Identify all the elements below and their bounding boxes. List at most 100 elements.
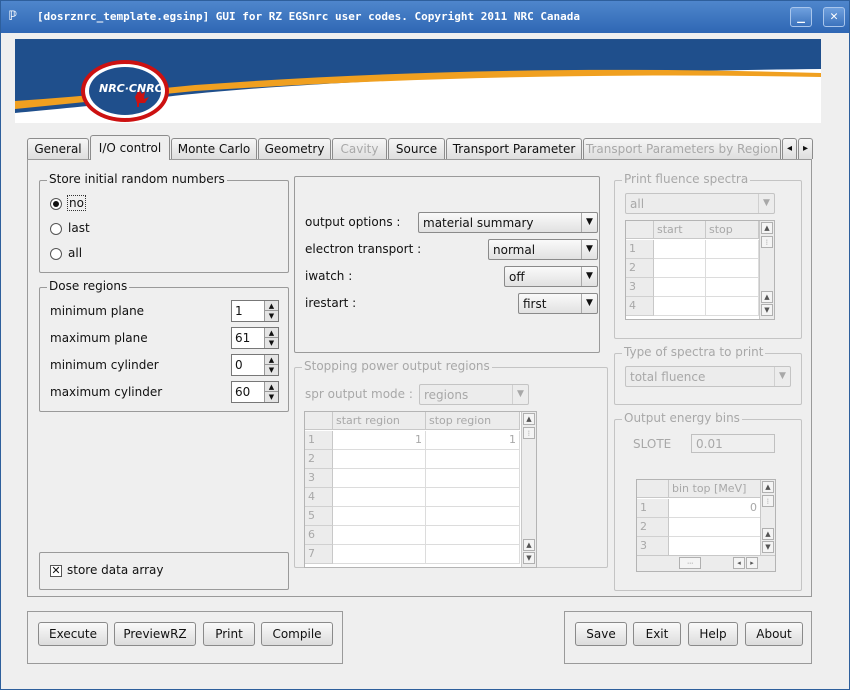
scroll-up-icon: ▲ — [523, 413, 535, 425]
execute-button[interactable]: Execute — [38, 622, 108, 646]
tab-io-control[interactable]: I/O control — [90, 135, 170, 160]
scroll-up-icon: ▲ — [523, 539, 535, 551]
minimum-cylinder-label: minimum cylinder — [50, 358, 159, 372]
table-cell[interactable] — [426, 507, 520, 526]
table-cell[interactable] — [333, 507, 426, 526]
tab-source[interactable]: Source — [388, 138, 445, 159]
help-button[interactable]: Help — [688, 622, 738, 646]
tab-cavity[interactable]: Cavity — [332, 138, 387, 159]
spr-group: Stopping power output regions spr output… — [294, 359, 608, 568]
table-cell[interactable] — [669, 518, 761, 537]
vertical-scrollbar[interactable]: ▲ ⋮ ▲ ▼ — [759, 221, 774, 319]
save-button[interactable]: Save — [575, 622, 627, 646]
table-cell[interactable]: 1 — [426, 431, 520, 450]
table-cell[interactable] — [654, 259, 706, 278]
maximum-plane-spinbox[interactable]: 61 ▲ ▼ — [231, 327, 279, 349]
radio-all[interactable] — [50, 248, 62, 260]
irestart-select[interactable]: first ▼ — [518, 293, 598, 314]
store-random-title: Store initial random numbers — [47, 172, 227, 186]
table-cell[interactable] — [333, 450, 426, 469]
tab-scroll-right[interactable]: ▸ — [798, 138, 813, 159]
iwatch-select[interactable]: off ▼ — [504, 266, 598, 287]
electron-transport-select[interactable]: normal ▼ — [488, 239, 598, 260]
spin-down-icon: ▼ — [264, 338, 278, 348]
main-window: ℙ [dosrznrc_template.egsinp] GUI for RZ … — [0, 0, 850, 690]
table-cell[interactable] — [706, 278, 759, 297]
table-cell[interactable] — [426, 488, 520, 507]
radio-last[interactable] — [50, 223, 62, 235]
table-cell[interactable] — [706, 297, 759, 316]
table-cell[interactable]: 1 — [333, 431, 426, 450]
close-button[interactable]: ✕ — [823, 7, 845, 27]
store-random-group: Store initial random numbers no last all — [39, 172, 289, 273]
slote-input[interactable]: 0.01 — [691, 434, 775, 453]
radio-no[interactable] — [50, 198, 62, 210]
scroll-up-icon: ▲ — [762, 481, 774, 493]
scroll-left-icon: ◂ — [733, 557, 745, 569]
maximum-cylinder-label: maximum cylinder — [50, 385, 163, 399]
spectra-type-select[interactable]: total fluence ▼ — [625, 366, 791, 387]
table-cell[interactable] — [333, 488, 426, 507]
table-cell[interactable] — [333, 526, 426, 545]
table-cell[interactable] — [426, 526, 520, 545]
scroll-grip-icon: ⋮ — [523, 427, 535, 439]
spin-down-icon: ▼ — [264, 365, 278, 375]
table-cell[interactable]: 0 — [669, 499, 761, 518]
horizontal-scrollbar[interactable]: ⋯ ◂ ▸ — [637, 555, 775, 571]
maximum-cylinder-spinbox[interactable]: 60 ▲ ▼ — [231, 381, 279, 403]
spr-title: Stopping power output regions — [302, 359, 492, 373]
scroll-grip-icon: ⋮ — [762, 495, 774, 507]
vertical-scrollbar[interactable]: ▲ ⋮ ▲ ▼ — [521, 412, 536, 567]
scroll-down-icon: ▼ — [761, 304, 773, 316]
store-data-array-checkbox[interactable]: ✕ — [50, 565, 62, 577]
energy-bins-table[interactable]: bin top [MeV] 1 2 3 0 ▲ ⋮ ▲ ▼ ⋯ ◂ ▸ — [636, 479, 776, 572]
electron-transport-label: electron transport : — [305, 242, 422, 256]
table-cell[interactable] — [706, 259, 759, 278]
table-cell[interactable] — [654, 278, 706, 297]
preview-rz-button[interactable]: PreviewRZ — [114, 622, 196, 646]
minimum-plane-spinbox[interactable]: 1 ▲ ▼ — [231, 300, 279, 322]
about-button[interactable]: About — [745, 622, 803, 646]
minimize-button[interactable]: _ — [790, 7, 812, 27]
output-options-select[interactable]: material summary ▼ — [418, 212, 598, 233]
spin-up-icon: ▲ — [264, 328, 278, 338]
chevron-down-icon: ▼ — [512, 385, 528, 404]
print-button[interactable]: Print — [203, 622, 255, 646]
table-cell[interactable] — [669, 537, 761, 556]
table-cell[interactable] — [654, 240, 706, 259]
tab-general[interactable]: General — [27, 138, 89, 159]
stop-region-header: stop region — [426, 412, 520, 430]
row-number: 1 — [626, 240, 654, 259]
table-cell[interactable] — [706, 240, 759, 259]
stop-header: stop — [706, 221, 759, 239]
row-number: 6 — [305, 526, 333, 545]
tab-monte-carlo[interactable]: Monte Carlo — [171, 138, 257, 159]
iwatch-label: iwatch : — [305, 269, 353, 283]
minimum-cylinder-spinbox[interactable]: 0 ▲ ▼ — [231, 354, 279, 376]
compile-button[interactable]: Compile — [261, 622, 333, 646]
fluence-select[interactable]: all ▼ — [625, 193, 775, 214]
spr-table[interactable]: start region stop region 1 2 3 4 5 6 7 1… — [304, 411, 537, 568]
spectra-type-group: Type of spectra to print total fluence ▼ — [614, 345, 802, 405]
row-number: 5 — [305, 507, 333, 526]
file-buttons-box: Save Exit Help About — [564, 611, 812, 664]
chevron-down-icon: ▼ — [581, 267, 597, 286]
table-cell[interactable] — [333, 545, 426, 564]
spr-mode-select[interactable]: regions ▼ — [419, 384, 529, 405]
vertical-scrollbar[interactable]: ▲ ⋮ ▲ ▼ — [760, 480, 775, 555]
table-cell[interactable] — [426, 545, 520, 564]
exit-button[interactable]: Exit — [633, 622, 681, 646]
table-cell[interactable] — [426, 450, 520, 469]
table-cell[interactable] — [654, 297, 706, 316]
tab-geometry[interactable]: Geometry — [258, 138, 331, 159]
fluence-table[interactable]: start stop 1 2 3 4 ▲ ⋮ ▲ ▼ — [625, 220, 775, 320]
tab-transport-by-region[interactable]: Transport Parameters by Region — [583, 138, 781, 159]
row-number: 3 — [626, 278, 654, 297]
tab-transport-parameter[interactable]: Transport Parameter — [446, 138, 582, 159]
table-cell[interactable] — [426, 469, 520, 488]
irestart-label: irestart : — [305, 296, 357, 310]
minimum-plane-label: minimum plane — [50, 304, 145, 318]
tab-scroll-left[interactable]: ◂ — [782, 138, 797, 159]
slote-label: SLOTE — [633, 437, 672, 451]
table-cell[interactable] — [333, 469, 426, 488]
